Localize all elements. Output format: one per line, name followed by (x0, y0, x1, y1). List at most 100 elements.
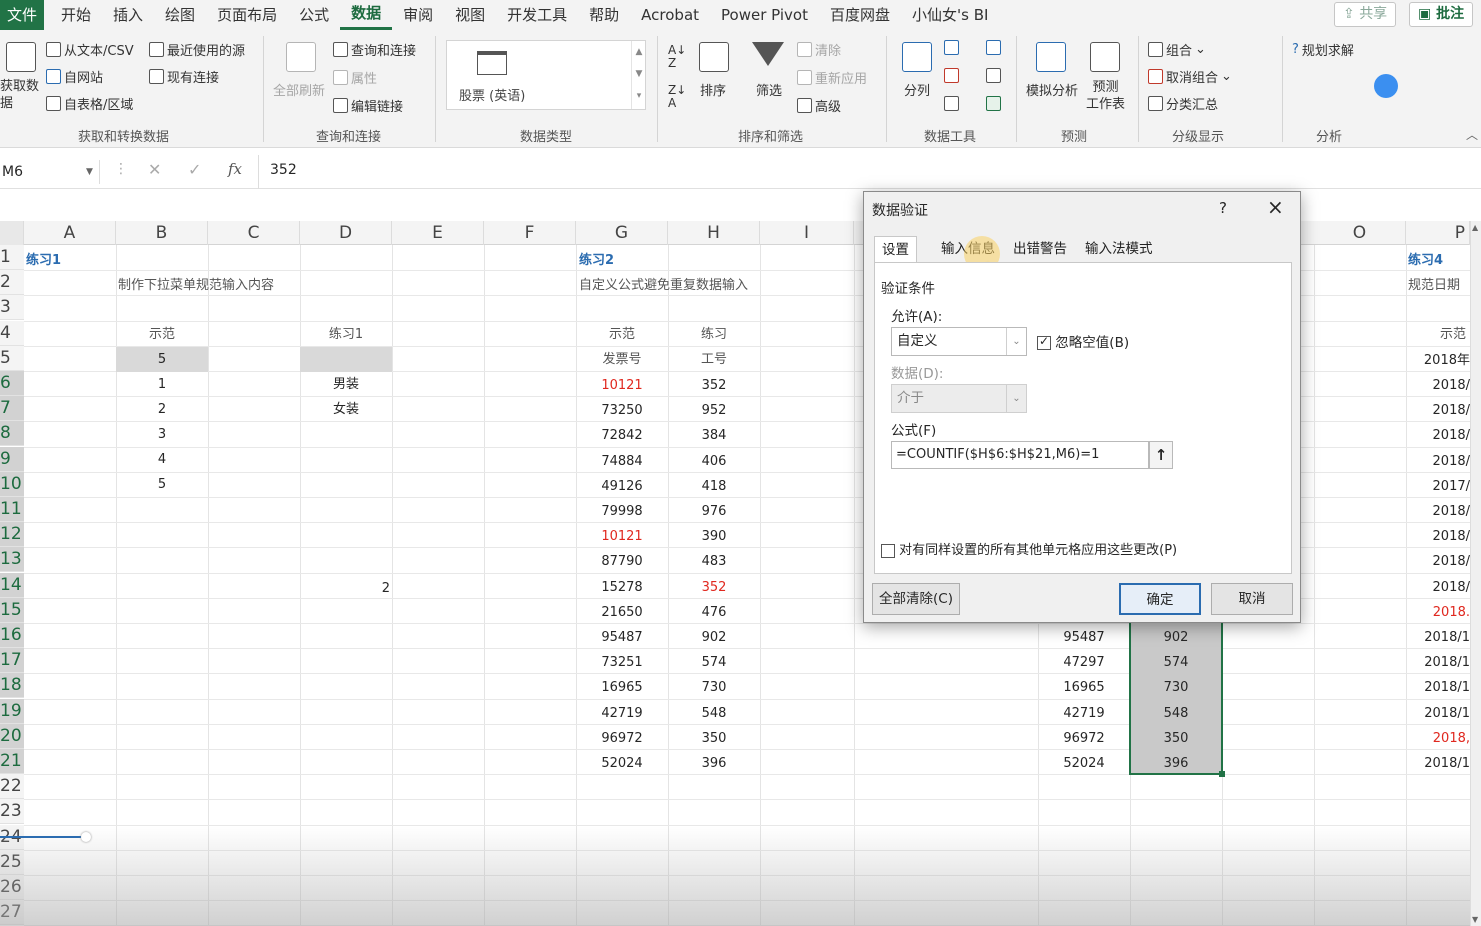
menu-bi[interactable]: 小仙女's BI (901, 0, 999, 30)
invoice-cell[interactable]: 42719 (576, 701, 668, 726)
row-header[interactable]: 19 (0, 698, 24, 724)
date-cell[interactable]: 2018/ (1406, 423, 1470, 448)
row-header[interactable]: 11 (0, 497, 24, 522)
date-cell[interactable]: 2018/ (1406, 499, 1470, 524)
invoice-cell[interactable]: 72842 (576, 423, 668, 448)
invoice-copy-cell[interactable]: 47297 (1038, 650, 1130, 675)
menu-draw[interactable]: 绘图 (154, 0, 206, 30)
employee-id-cell[interactable]: 384 (668, 423, 760, 448)
invoice-cell[interactable]: 52024 (576, 751, 668, 776)
data-model-icon[interactable] (986, 96, 1001, 111)
get-data-button[interactable]: 获取数 据 (0, 78, 39, 112)
formula-field[interactable]: =COUNTIF($H$6:$H$21,M6)=1 (891, 441, 1149, 469)
employee-id-cell[interactable]: 952 (668, 398, 760, 423)
row-header[interactable]: 3 (0, 295, 24, 321)
invoice-copy-cell[interactable]: 96972 (1038, 726, 1130, 751)
ungroup-button[interactable]: 取消组合 ⌄ (1148, 67, 1232, 86)
data-select[interactable]: 介于 ⌄ (891, 384, 1027, 413)
flash-fill-icon[interactable] (944, 40, 959, 55)
invoice-cell[interactable]: 10121 (576, 373, 668, 398)
employee-id-cell[interactable]: 730 (668, 675, 760, 700)
employee-id-cell[interactable]: 352 (668, 575, 760, 600)
employee-id-copy-cell[interactable]: 396 (1130, 751, 1222, 776)
menu-insert[interactable]: 插入 (102, 0, 154, 30)
data-validation-icon[interactable] (944, 96, 959, 111)
invoice-cell[interactable]: 21650 (576, 600, 668, 625)
row-header[interactable]: 15 (0, 597, 24, 623)
forecast-sheet-button[interactable]: 预测 工作表 (1086, 79, 1125, 113)
row-header[interactable]: 7 (0, 396, 24, 422)
queries-connections-button[interactable]: 查询和连接 (333, 40, 416, 59)
menu-data[interactable]: 数据 (340, 0, 393, 30)
group-button[interactable]: 组合 ⌄ (1148, 40, 1206, 59)
invoice-copy-cell[interactable]: 16965 (1038, 675, 1130, 700)
row-header[interactable]: 17 (0, 648, 24, 674)
menu-developer[interactable]: 开发工具 (496, 0, 578, 30)
edit-links-button[interactable]: 编辑链接 (333, 96, 403, 115)
column-header-b[interactable]: B (116, 221, 208, 245)
invoice-cell[interactable]: 87790 (576, 549, 668, 574)
date-cell[interactable]: 2017/ (1406, 474, 1470, 499)
invoice-cell[interactable]: 10121 (576, 524, 668, 549)
employee-id-copy-cell[interactable]: 574 (1130, 650, 1222, 675)
remove-duplicates-icon[interactable] (944, 68, 959, 83)
date-cell[interactable]: 2018/ (1406, 575, 1470, 600)
sort-az-icon[interactable]: A↓ Z (668, 44, 688, 70)
column-header-d[interactable]: D (300, 221, 392, 245)
date-cell[interactable]: 2018/1 (1406, 650, 1470, 675)
employee-id-copy-cell[interactable]: 350 (1130, 726, 1222, 751)
allow-select[interactable]: 自定义 ⌄ (891, 327, 1027, 356)
apply-all-checkbox[interactable]: 对有同样设置的所有其他单元格应用这些更改(P) (881, 539, 1177, 558)
invoice-cell[interactable]: 95487 (576, 625, 668, 650)
invoice-cell[interactable]: 74884 (576, 449, 668, 474)
menu-home[interactable]: 开始 (50, 0, 102, 30)
clear-all-button[interactable]: 全部清除(C) (872, 583, 960, 615)
existing-connections-button[interactable]: 现有连接 (149, 67, 219, 86)
date-cell[interactable]: 2018/ (1406, 549, 1470, 574)
employee-id-copy-cell[interactable]: 548 (1130, 701, 1222, 726)
clear-filter-button[interactable]: 清除 (797, 40, 841, 59)
column-header-p[interactable]: P (1406, 221, 1470, 245)
cell-d7[interactable]: 女装 (300, 397, 392, 422)
ok-button[interactable]: 确定 (1119, 583, 1201, 615)
column-header-g[interactable]: G (576, 221, 668, 245)
cell-d5[interactable] (300, 347, 392, 372)
employee-id-cell[interactable]: 574 (668, 650, 760, 675)
invoice-cell[interactable]: 73251 (576, 650, 668, 675)
row-header[interactable]: 2 (0, 270, 24, 296)
menu-baidu[interactable]: 百度网盘 (819, 0, 901, 30)
row-header[interactable]: 1 (0, 245, 24, 270)
gallery-scroll[interactable]: ▲ ▼ ▾ (631, 41, 646, 109)
row-header[interactable]: 23 (0, 799, 24, 825)
employee-id-cell[interactable]: 396 (668, 751, 760, 776)
select-all-corner[interactable] (0, 221, 24, 245)
column-header-i[interactable]: I (760, 221, 854, 245)
invoice-cell[interactable]: 49126 (576, 474, 668, 499)
row-header[interactable]: 14 (0, 572, 24, 598)
sort-button[interactable]: 排序 (700, 80, 726, 99)
collapse-ribbon-icon[interactable]: ︿ (1466, 126, 1478, 143)
from-web-button[interactable]: 自网站 (46, 67, 103, 86)
filter-button[interactable]: 筛选 (756, 80, 782, 99)
cancel-button[interactable]: 取消 (1211, 583, 1293, 615)
cell-b9[interactable]: 4 (116, 447, 208, 472)
dialog-help-button[interactable]: ? (1219, 199, 1227, 217)
employee-id-cell[interactable]: 350 (668, 726, 760, 751)
cell-b10[interactable]: 5 (116, 472, 208, 497)
formula-input[interactable]: 352 (270, 162, 297, 178)
invoice-copy-cell[interactable]: 52024 (1038, 751, 1130, 776)
column-header-f[interactable]: F (484, 221, 576, 245)
date-cell[interactable]: 2018/ (1406, 449, 1470, 474)
column-header-e[interactable]: E (392, 221, 484, 245)
from-table-button[interactable]: 自表格/区域 (46, 94, 133, 113)
dialog-close-button[interactable]: × (1267, 195, 1284, 219)
video-progress-handle[interactable] (81, 832, 91, 842)
name-box-dropdown-icon[interactable]: ▼ (86, 160, 93, 184)
column-header-a[interactable]: A (24, 221, 116, 245)
row-header[interactable]: 6 (0, 371, 24, 396)
insert-function-icon[interactable]: fx (228, 160, 242, 178)
employee-id-cell[interactable]: 406 (668, 449, 760, 474)
column-header-c[interactable]: C (208, 221, 300, 245)
employee-id-copy-cell[interactable]: 730 (1130, 675, 1222, 700)
date-cell[interactable]: 2018/1 (1406, 751, 1470, 776)
